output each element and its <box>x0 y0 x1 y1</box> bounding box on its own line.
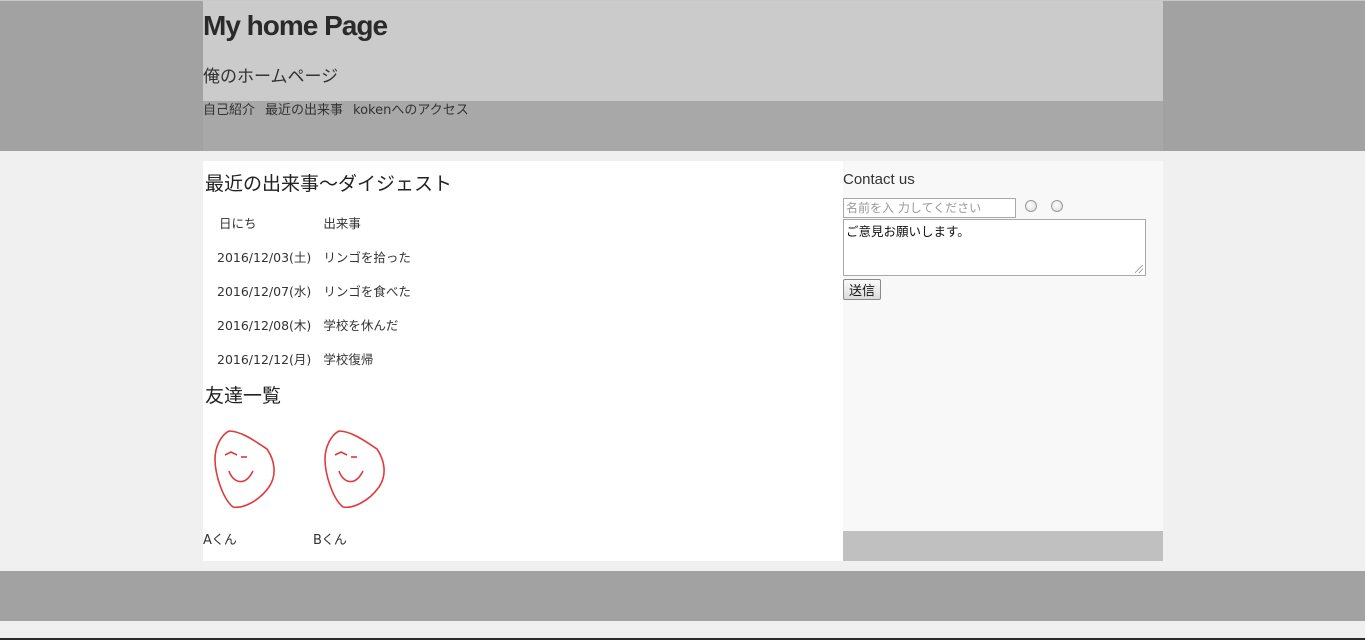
friend-name: Aくん <box>203 533 237 548</box>
sidebar-footer-bar <box>843 531 1163 561</box>
nav-link-access[interactable]: kokenへのアクセス <box>353 99 469 118</box>
smiley-face-drawing-icon <box>214 430 275 509</box>
event-description: 学校を休んだ <box>323 317 399 333</box>
event-description: 学校復帰 <box>323 351 374 367</box>
main-content: 最近の出来事〜ダイジェスト 日にち 出来事 2016/12/03(土) リンゴを… <box>203 161 843 561</box>
friends-heading: 友達一覧 <box>205 385 282 407</box>
site-title: My home Page <box>203 10 388 41</box>
column-header-event: 出来事 <box>323 215 361 231</box>
event-date: 2016/12/08(木) <box>217 317 312 333</box>
page-footer <box>0 571 1365 621</box>
radio-option-1[interactable] <box>1025 200 1037 212</box>
site-subtitle: 俺のホームページ <box>203 67 339 87</box>
event-description: リンゴを拾った <box>323 249 411 265</box>
send-button[interactable]: 送信 <box>843 279 882 300</box>
message-textarea[interactable]: ご意見お願いします。 <box>843 219 1146 276</box>
resize-handle-icon[interactable] <box>1135 265 1143 273</box>
events-table-header-row: 日にち 出来事 <box>211 205 417 239</box>
table-row: 2016/12/08(木) 学校を休んだ <box>211 307 417 341</box>
contact-title: Contact us <box>843 171 915 188</box>
friend-card: Aくん <box>203 427 303 548</box>
contact-sidebar: Contact us ご意見お願いします。 送信 <box>843 161 1163 531</box>
message-text: ご意見お願いします。 <box>846 224 970 239</box>
table-row: 2016/12/03(土) リンゴを拾った <box>211 239 417 273</box>
event-date: 2016/12/03(土) <box>217 249 312 265</box>
table-row: 2016/12/12(月) 学校復帰 <box>211 341 417 375</box>
table-row: 2016/12/07(水) リンゴを食べた <box>211 273 417 307</box>
friend-name: Bくん <box>313 533 347 548</box>
event-date: 2016/12/07(水) <box>217 283 312 299</box>
events-heading: 最近の出来事〜ダイジェスト <box>205 173 453 195</box>
event-description: リンゴを食べた <box>323 283 411 299</box>
friend-card: Bくん <box>313 427 413 548</box>
name-input[interactable] <box>843 198 1016 218</box>
main-nav: 自己紹介 最近の出来事 kokenへのアクセス <box>203 99 469 118</box>
nav-link-self-introduction[interactable]: 自己紹介 <box>203 99 255 118</box>
radio-option-2[interactable] <box>1051 200 1063 212</box>
smiley-face-drawing-icon <box>324 430 385 509</box>
nav-link-recent-events[interactable]: 最近の出来事 <box>265 99 343 118</box>
event-date: 2016/12/12(月) <box>217 351 312 367</box>
column-header-date: 日にち <box>219 215 257 231</box>
events-table: 日にち 出来事 2016/12/03(土) リンゴを拾った 2016/12/07… <box>211 205 417 375</box>
